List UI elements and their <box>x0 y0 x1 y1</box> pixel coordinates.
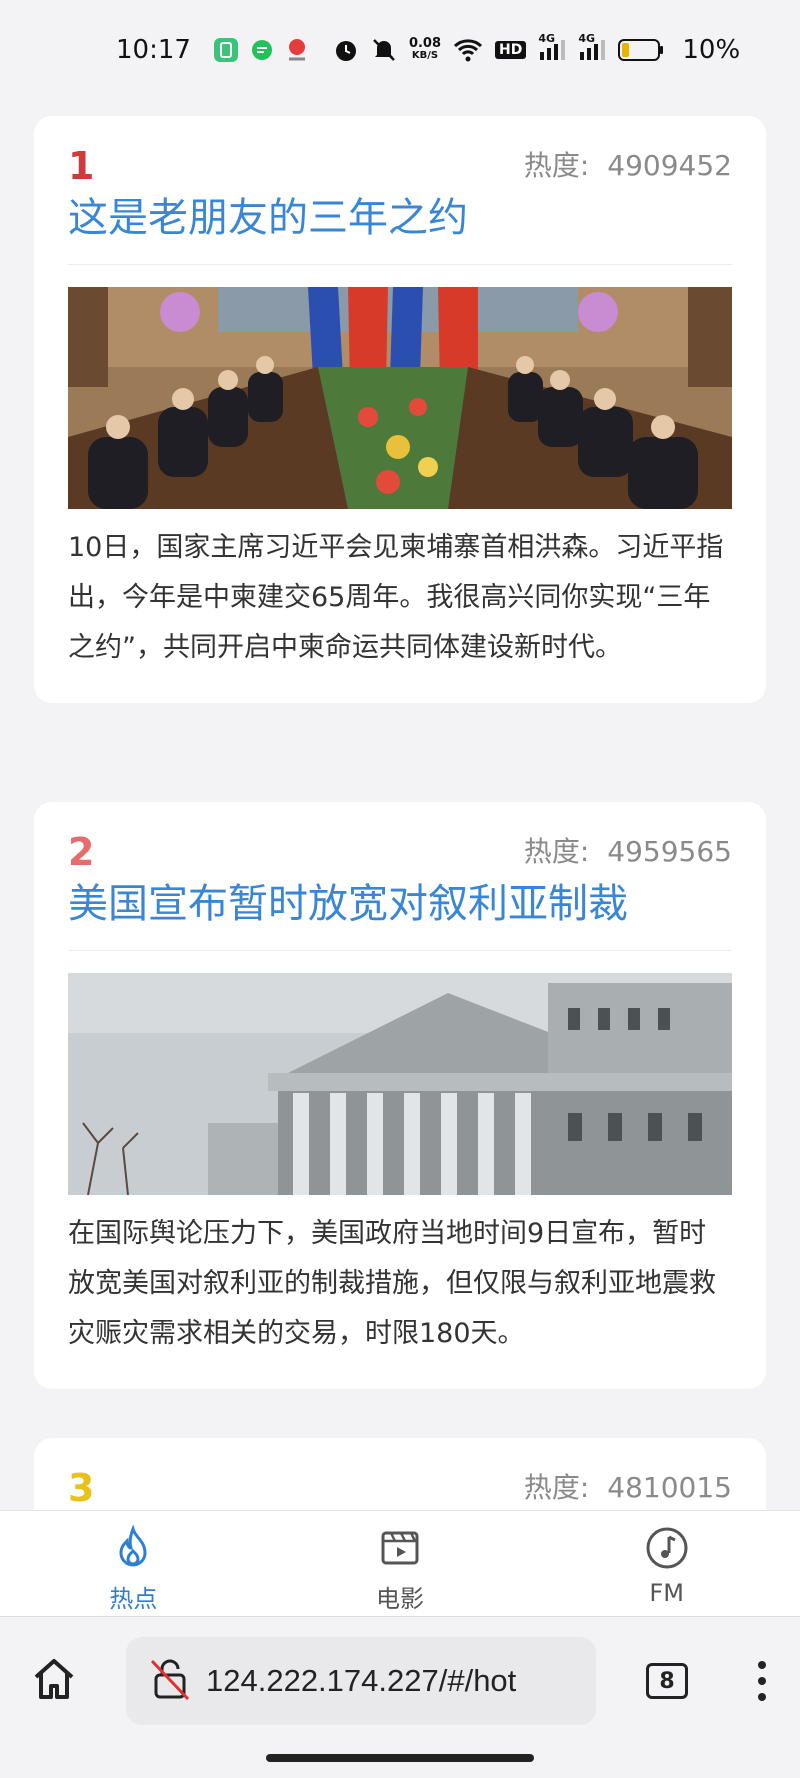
news-feed[interactable]: 1 热度: 4909452 这是老朋友的三年之约 10日，国家主席习近平会见柬埔… <box>0 100 800 1510</box>
signal-icon: 4G <box>538 32 566 62</box>
heat-label: 热度: <box>523 1471 590 1504</box>
home-icon[interactable] <box>30 1655 78 1703</box>
news-photo-treasury[interactable] <box>68 973 732 1195</box>
heat-label: 热度: <box>523 149 590 182</box>
tab-label: FM <box>649 1579 684 1607</box>
music-note-icon <box>644 1525 690 1575</box>
status-time: 10:17 <box>116 35 191 65</box>
heat-score: 热度: 4959565 <box>524 830 732 870</box>
net-speed-value: 0.08 <box>408 36 442 51</box>
signal-2-label: 4G <box>578 32 596 45</box>
insecure-lock-icon[interactable] <box>150 1657 190 1705</box>
mute-bell-icon <box>371 37 397 63</box>
news-card-2[interactable]: 2 热度: 4959565 美国宣布暂时放宽对叙利亚制裁 在国际舆论压力下，美国… <box>34 802 766 1389</box>
news-title[interactable]: 这是老朋友的三年之约 <box>68 190 732 265</box>
home-indicator[interactable] <box>266 1754 534 1762</box>
tab-fm[interactable]: FM <box>533 1511 800 1616</box>
flame-icon <box>110 1524 156 1575</box>
news-summary: 10日，国家主席习近平会见柬埔寨首相洪森。习近平指出，今年是中柬建交65周年。我… <box>68 532 724 663</box>
status-bar: 10:17 0.08 KB/S HD 4G 4G 10% <box>0 0 800 100</box>
address-bar[interactable]: 124.222.174.227/#/hot <box>126 1637 596 1725</box>
wifi-icon <box>453 38 483 62</box>
news-card-3[interactable]: 3 热度: 4810015 <box>34 1438 766 1510</box>
location-app-icon <box>285 37 309 63</box>
net-speed: 0.08 KB/S <box>408 36 442 62</box>
tab-count: 8 <box>659 1668 675 1694</box>
tab-switcher-button[interactable]: 8 <box>646 1663 688 1699</box>
film-icon <box>377 1525 423 1575</box>
signal-icon-2: 4G <box>578 32 606 62</box>
tab-hot[interactable]: 热点 <box>0 1511 267 1616</box>
battery-percent: 10% <box>682 35 741 65</box>
more-menu-icon[interactable] <box>752 1657 772 1705</box>
hd-icon: HD <box>495 41 527 59</box>
news-title[interactable]: 美国宣布暂时放宽对叙利亚制裁 <box>68 876 732 951</box>
chat-bubble-icon <box>251 39 273 61</box>
heat-label: 热度: <box>523 835 590 868</box>
alarm-icon <box>333 37 359 63</box>
heat-value: 4909452 <box>607 149 732 182</box>
heat-value: 4810015 <box>607 1471 732 1504</box>
battery-icon <box>618 38 664 62</box>
net-speed-unit: KB/S <box>411 50 439 61</box>
app-notification-icon <box>213 37 239 63</box>
signal-1-label: 4G <box>538 32 556 45</box>
heat-score: 热度: 4909452 <box>524 144 732 184</box>
tab-label: 电影 <box>376 1585 424 1613</box>
news-summary: 在国际舆论压力下，美国政府当地时间9日宣布，暂时放宽美国对叙利亚的制裁措施，但仅… <box>68 1218 716 1349</box>
tab-movies[interactable]: 电影 <box>267 1511 534 1616</box>
browser-toolbar: 124.222.174.227/#/hot 8 <box>0 1616 800 1746</box>
bottom-tab-bar: 热点 电影 FM <box>0 1510 800 1616</box>
url-text[interactable]: 124.222.174.227/#/hot <box>206 1663 516 1699</box>
heat-score: 热度: 4810015 <box>524 1466 732 1506</box>
heat-value: 4959565 <box>607 835 732 868</box>
news-card-1[interactable]: 1 热度: 4909452 这是老朋友的三年之约 10日，国家主席习近平会见柬埔… <box>34 116 766 703</box>
hd-badge: HD <box>499 42 523 58</box>
tab-label: 热点 <box>109 1585 158 1613</box>
news-photo-meeting[interactable] <box>68 287 732 509</box>
